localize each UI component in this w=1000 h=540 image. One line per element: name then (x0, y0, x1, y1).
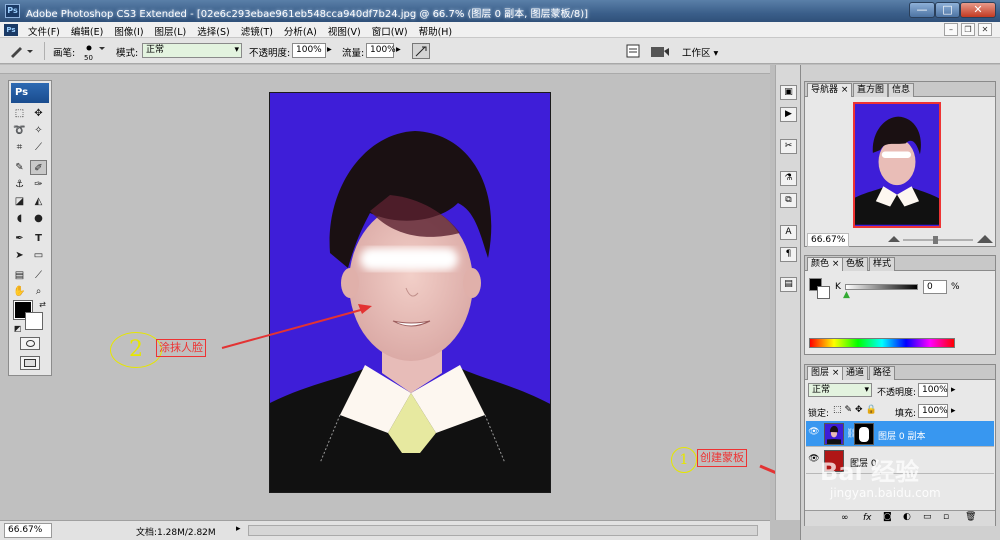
dock-layer-comps-icon[interactable]: ▤ (780, 277, 797, 292)
document-size-info: 文档:1.28M/2.82M (136, 528, 216, 538)
chevron-down-icon: ▾ (864, 385, 869, 395)
k-unit: % (951, 282, 960, 292)
color-tabs: 颜色 × 色板 样式 (805, 256, 995, 271)
baidu-watermark-logo: Bai 经验 (820, 458, 920, 486)
dock-history-icon[interactable]: ▣ (780, 85, 797, 100)
navigator-zoom-field[interactable]: 66.67% (807, 233, 849, 247)
tab-color[interactable]: 颜色 × (807, 257, 844, 271)
horizontal-scrollbar[interactable] (248, 525, 758, 536)
tab-info[interactable]: 信息 (888, 83, 915, 97)
layer-style-icon[interactable]: fx (863, 513, 872, 523)
layer-opacity-label: 不透明度: (877, 388, 917, 398)
link-layers-icon[interactable]: ∞ (841, 513, 849, 523)
dock-clone-source-icon[interactable]: ⧉ (780, 193, 797, 208)
navigator-panel: 导航器 × 直方图 信息 66.67% (804, 81, 996, 247)
create-mask-annotation: 创建蒙板 (697, 449, 747, 467)
tab-layers[interactable]: 图层 × (807, 366, 844, 380)
layers-tabs: 图层 × 通道 路径 (805, 365, 995, 380)
adjustment-layer-icon[interactable]: ◐ (903, 512, 911, 522)
visibility-eye-icon[interactable]: 👁 (808, 427, 820, 439)
layers-panel: 图层 × 通道 路径 正常 ▾ 不透明度: 100% ▸ 锁定: ⬚✎✥🔒 填充… (804, 364, 996, 526)
navigator-thumbnail[interactable] (853, 102, 941, 228)
delete-layer-icon[interactable]: 🗑 (965, 512, 976, 522)
navigator-tabs: 导航器 × 直方图 信息 (805, 82, 995, 97)
layer-opacity-input[interactable]: 100% (918, 383, 948, 397)
collapsed-panel-dock: ▣ ▶ ✂ ⚗ ⧉ A ¶ ▤ (775, 65, 800, 520)
new-layer-icon[interactable]: ▫ (943, 512, 949, 522)
k-slider-track[interactable] (845, 284, 918, 290)
zoom-level-field[interactable]: 66.67% (4, 523, 52, 538)
tab-paths[interactable]: 路径 (869, 366, 896, 380)
k-slider-thumb-icon[interactable]: ▲ (843, 290, 850, 300)
step-2-circle: 2 (110, 332, 162, 368)
tab-navigator[interactable]: 导航器 × (807, 83, 853, 97)
lock-icons[interactable]: ⬚✎✥🔒 (833, 405, 880, 415)
navigator-preview-image (855, 116, 939, 225)
tab-histogram[interactable]: 直方图 (853, 83, 889, 97)
layer-thumbnail (824, 423, 844, 445)
layer-opacity-arrow-icon[interactable]: ▸ (951, 385, 956, 395)
layer-mask-thumbnail[interactable] (854, 423, 874, 445)
tab-swatches[interactable]: 色板 (842, 257, 869, 271)
navigator-zoom-slider[interactable] (885, 232, 993, 246)
tab-styles[interactable]: 样式 (869, 257, 896, 271)
dock-tool-presets-icon[interactable]: ✂ (780, 139, 797, 154)
dock-brushes-icon[interactable]: ⚗ (780, 171, 797, 186)
baidu-watermark-url: jingyan.baidu.com (830, 486, 941, 500)
fill-input[interactable]: 100% (918, 404, 948, 418)
blend-mode-select[interactable]: 正常 ▾ (808, 383, 872, 397)
channel-k-label: K (835, 282, 841, 292)
add-mask-icon[interactable]: ◙ (883, 512, 892, 522)
step-1-circle: 1 (671, 447, 697, 473)
layers-bottom-bar: ∞ fx ◙ ◐ ▭ ▫ 🗑 (805, 510, 995, 526)
dock-paragraph-icon[interactable]: ¶ (780, 247, 797, 262)
lock-label: 锁定: (808, 409, 830, 419)
color-ramp[interactable] (809, 338, 955, 348)
color-panel: 颜色 × 色板 样式 K ▲ 0 % (804, 255, 996, 355)
color-bg-swatch[interactable] (817, 286, 830, 299)
blend-mode-value: 正常 (812, 385, 831, 395)
dock-character-icon[interactable]: A (780, 225, 797, 240)
layer-name: 图层 0 副本 (878, 432, 926, 442)
layer-row-copy[interactable]: 👁 ⛓ 图层 0 副本 (806, 421, 994, 447)
new-group-icon[interactable]: ▭ (923, 512, 932, 522)
k-value-input[interactable]: 0 (923, 280, 947, 294)
fill-arrow-icon[interactable]: ▸ (951, 406, 956, 416)
visibility-eye-icon[interactable]: 👁 (808, 454, 820, 466)
status-bar: 66.67% 文档:1.28M/2.82M ▸ (0, 520, 770, 540)
fill-label: 填充: (895, 409, 917, 419)
dock-actions-icon[interactable]: ▶ (780, 107, 797, 122)
tab-channels[interactable]: 通道 (842, 366, 869, 380)
smear-face-annotation: 涂抹人脸 (156, 339, 206, 357)
status-menu-arrow-icon[interactable]: ▸ (236, 524, 241, 534)
